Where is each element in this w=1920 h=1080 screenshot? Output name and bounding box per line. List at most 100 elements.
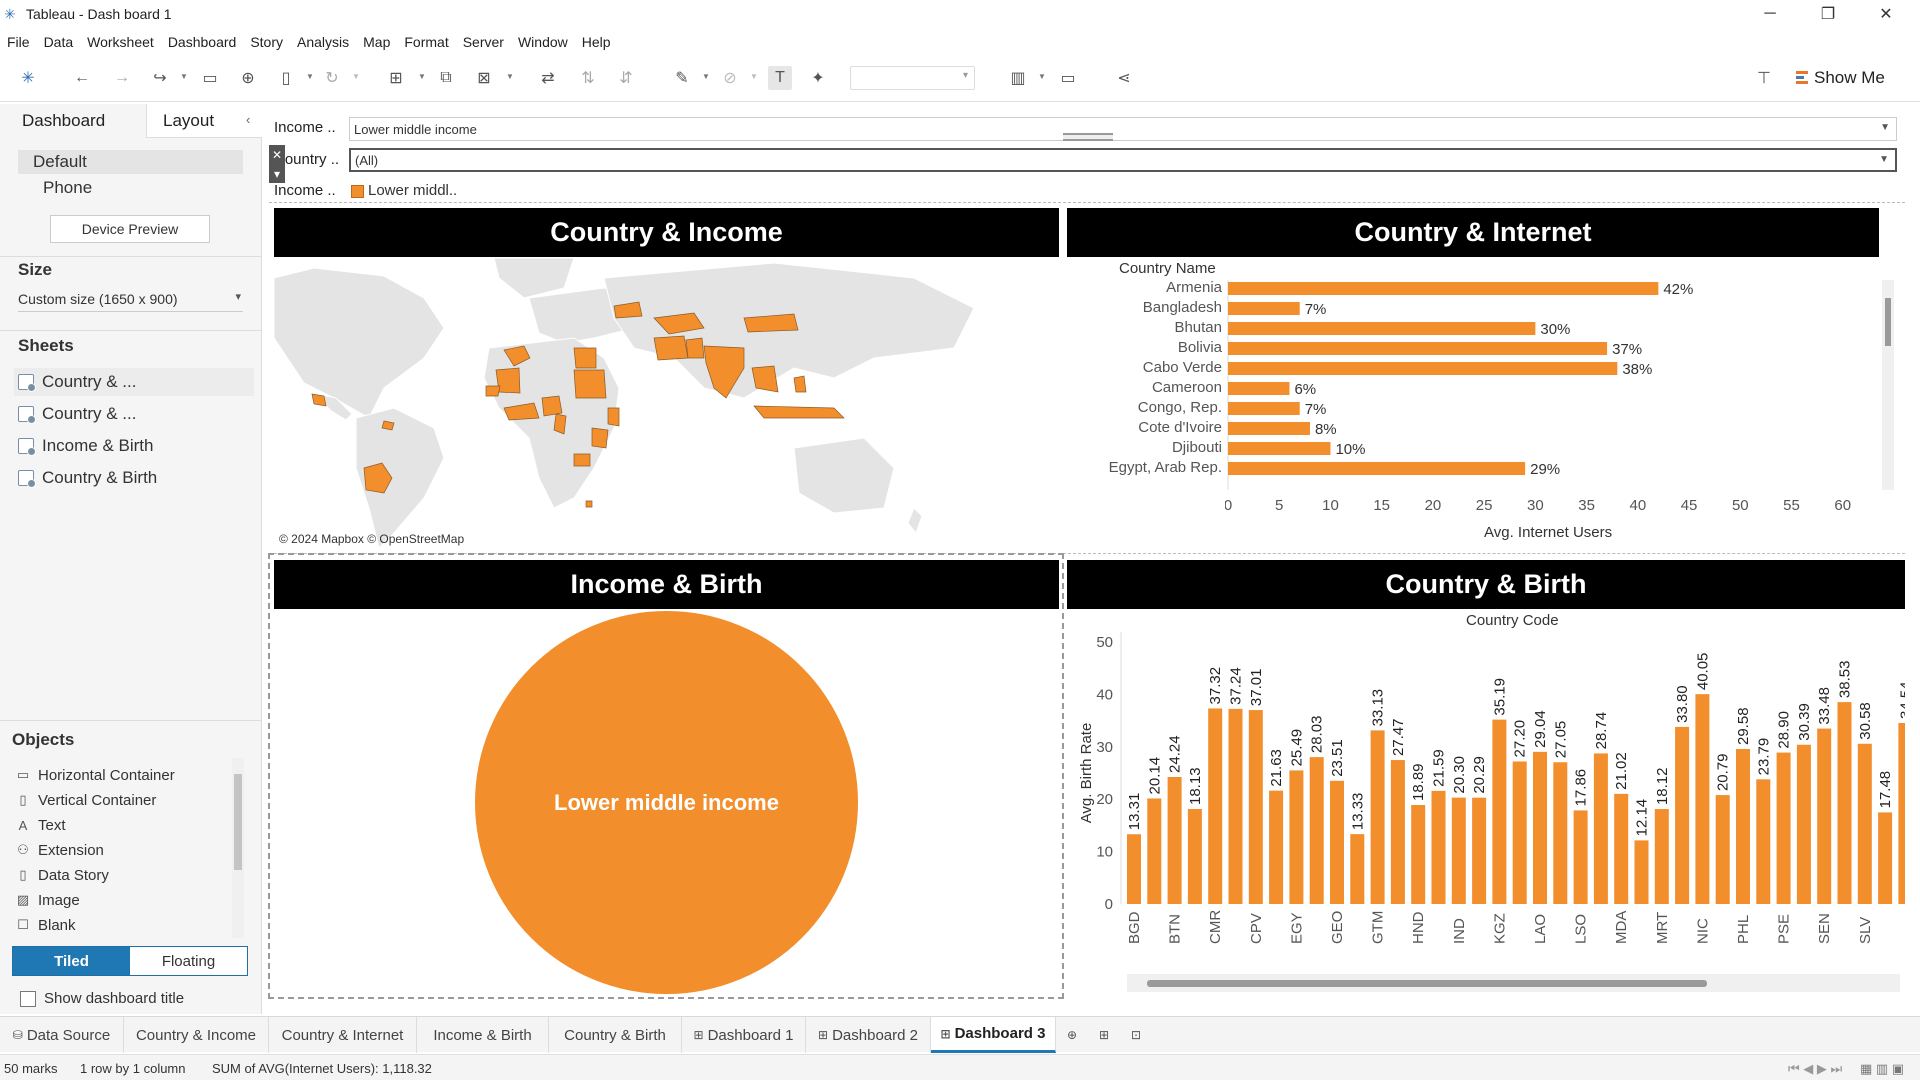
redo-icon[interactable]: →: [110, 66, 134, 90]
sort-ascending-icon[interactable]: ⇅: [576, 66, 600, 90]
menu-help[interactable]: Help: [575, 34, 618, 50]
drag-handle[interactable]: [1063, 133, 1113, 141]
tab-dashboard-2[interactable]: ⊞ Dashboard 2: [806, 1017, 931, 1053]
dropdown-icon[interactable]: ▼: [1038, 72, 1046, 81]
tab-income-birth[interactable]: Income & Birth: [417, 1017, 549, 1053]
pause-updates-icon[interactable]: ▯: [274, 66, 298, 90]
object-horizontal-container[interactable]: ▭ Horizontal Container: [16, 764, 175, 786]
birth-bar[interactable]: [1370, 730, 1385, 904]
birth-bar[interactable]: [1634, 840, 1649, 904]
scrollbar-thumb[interactable]: [1147, 980, 1707, 987]
show-cards-icon[interactable]: ▥: [1006, 66, 1030, 90]
dropdown-icon[interactable]: ▼: [702, 72, 710, 81]
birth-bar[interactable]: [1127, 834, 1141, 904]
pin-filter-icon[interactable]: ⊤: [1752, 66, 1776, 90]
birth-bar[interactable]: [1187, 808, 1202, 904]
birth-bar[interactable]: [1451, 797, 1466, 904]
object-vertical-container[interactable]: ▯ Vertical Container: [16, 789, 156, 811]
birth-bar[interactable]: [1553, 762, 1568, 904]
birth-bar[interactable]: [1796, 744, 1811, 904]
sort-descending-icon[interactable]: ⇵: [614, 66, 638, 90]
object-data-story[interactable]: ▯ Data Story: [16, 864, 108, 886]
menu-format[interactable]: Format: [397, 34, 455, 50]
object-text[interactable]: A Text: [16, 814, 66, 836]
birth-bar[interactable]: [1309, 757, 1324, 904]
birth-bar[interactable]: [1512, 761, 1527, 904]
show-me-button[interactable]: Show Me: [1796, 64, 1885, 92]
share-icon[interactable]: ⋖: [1112, 66, 1136, 90]
menu-story[interactable]: Story: [243, 34, 290, 50]
internet-bar[interactable]: [1228, 282, 1659, 295]
birth-bar[interactable]: [1878, 812, 1893, 904]
birth-bar[interactable]: [1614, 793, 1629, 904]
pin-icon[interactable]: ✦: [806, 66, 830, 90]
tab-layout[interactable]: Layout: [146, 104, 262, 138]
tab-data-source[interactable]: ⛁ Data Source: [0, 1017, 124, 1053]
fit-select[interactable]: [850, 66, 975, 90]
save-icon[interactable]: ▭: [198, 66, 222, 90]
tab-country-birth[interactable]: Country & Birth: [549, 1017, 682, 1053]
menu-server[interactable]: Server: [456, 34, 511, 50]
dropdown-icon[interactable]: ▼: [418, 72, 426, 81]
birth-bar[interactable]: [1167, 776, 1182, 904]
birth-bar[interactable]: [1492, 719, 1507, 904]
legend-swatch[interactable]: [351, 185, 364, 198]
refresh-icon[interactable]: ↻: [320, 66, 344, 90]
group-icon[interactable]: ⊘: [718, 66, 742, 90]
objects-scrollbar[interactable]: [232, 758, 244, 938]
tab-dashboard-3[interactable]: ⊞ Dashboard 3: [931, 1017, 1056, 1053]
birth-bar[interactable]: [1533, 751, 1547, 904]
dropdown-icon[interactable]: ▼: [750, 72, 758, 81]
show-labels-icon[interactable]: T: [768, 66, 792, 90]
menu-dashboard[interactable]: Dashboard: [161, 34, 244, 50]
internet-bar[interactable]: [1228, 402, 1300, 415]
birth-bar[interactable]: [1756, 779, 1771, 904]
minimize-button[interactable]: ─: [1742, 0, 1798, 28]
menu-worksheet[interactable]: Worksheet: [80, 34, 161, 50]
dropdown-icon[interactable]: ▼: [180, 72, 188, 81]
scrollbar-thumb[interactable]: [1885, 298, 1891, 346]
menu-window[interactable]: Window: [511, 34, 575, 50]
device-phone[interactable]: Phone: [18, 176, 243, 200]
object-image[interactable]: ▨ Image: [16, 889, 80, 911]
tiled-button[interactable]: Tiled: [13, 947, 130, 975]
internet-bar[interactable]: [1228, 422, 1310, 435]
tableau-home-icon[interactable]: ✳: [16, 66, 40, 90]
birth-bar[interactable]: [1472, 797, 1487, 904]
internet-bar[interactable]: [1228, 442, 1331, 455]
birth-bar[interactable]: [1269, 790, 1284, 904]
birth-bar[interactable]: [1654, 809, 1669, 904]
birth-column-chart[interactable]: Avg. Birth Rate0102030405013.31BGD20.142…: [1075, 612, 1905, 972]
birth-bar[interactable]: [1817, 728, 1832, 904]
birth-bar[interactable]: [1228, 708, 1243, 904]
birth-bar[interactable]: [1593, 753, 1608, 904]
restore-button[interactable]: ❐: [1800, 0, 1856, 28]
birth-bar[interactable]: [1675, 726, 1690, 904]
birth-bar[interactable]: [1736, 749, 1750, 904]
tab-dashboard-1[interactable]: ⊞ Dashboard 1: [682, 1017, 806, 1053]
menu-file[interactable]: File: [0, 34, 37, 50]
remove-icon[interactable]: ✕: [272, 148, 282, 162]
size-select[interactable]: Custom size (1650 x 900): [18, 286, 243, 312]
birth-bar[interactable]: [1776, 752, 1791, 904]
sheet-item[interactable]: Income & Birth: [18, 432, 258, 460]
birth-bar[interactable]: [1857, 743, 1872, 904]
dropdown-icon[interactable]: ▼: [306, 72, 314, 81]
presentation-mode-icon[interactable]: ▭: [1056, 66, 1080, 90]
floating-button[interactable]: Floating: [130, 947, 247, 975]
object-extension[interactable]: ⚇ Extension: [16, 839, 104, 861]
internet-bar[interactable]: [1228, 382, 1290, 395]
device-preview-button[interactable]: Device Preview: [50, 215, 210, 243]
birth-bar[interactable]: [1208, 708, 1223, 904]
country-filter-dropdown[interactable]: (All) ▼: [349, 148, 1897, 172]
close-button[interactable]: ✕: [1858, 0, 1914, 28]
new-story-button[interactable]: ⊡: [1120, 1017, 1152, 1053]
income-filter-dropdown[interactable]: Lower middle income ▼: [349, 117, 1897, 141]
sheet-item[interactable]: Country & Birth: [18, 464, 258, 492]
duplicate-icon[interactable]: ⧉: [434, 66, 458, 90]
birth-bar[interactable]: [1147, 798, 1162, 904]
birth-bar[interactable]: [1715, 795, 1730, 904]
birth-bar[interactable]: [1350, 834, 1365, 904]
tab-country-internet[interactable]: Country & Internet: [269, 1017, 417, 1053]
navigation-icon[interactable]: ⏮ ◀ ▶ ⏭: [1788, 1061, 1842, 1077]
